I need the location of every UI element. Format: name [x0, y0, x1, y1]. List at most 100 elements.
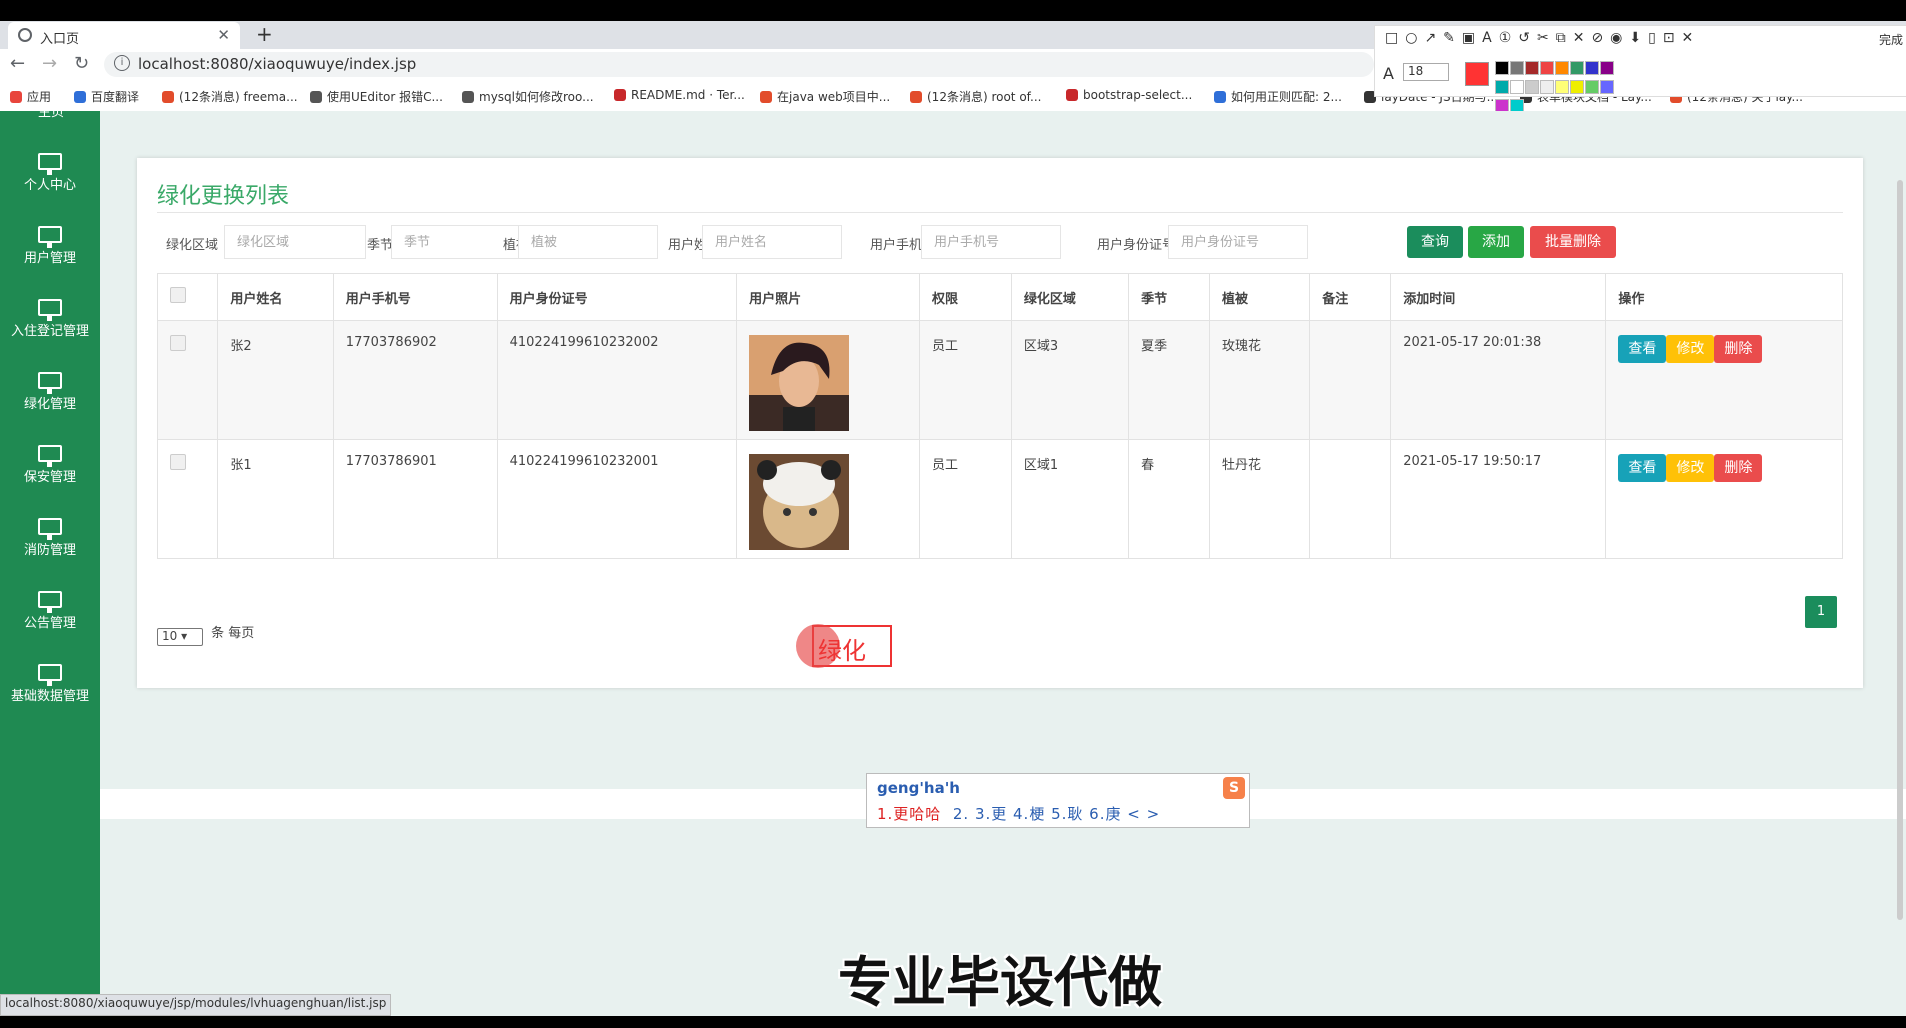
page-title: 绿化更换列表 [157, 184, 290, 209]
ime-composition: geng'ha'h [877, 779, 960, 797]
sidebar-item[interactable]: 保安管理 [0, 445, 100, 485]
new-tab-button[interactable]: + [256, 22, 273, 46]
color-swatch[interactable] [1510, 61, 1524, 75]
back-icon[interactable]: ← [10, 53, 25, 74]
current-color-swatch[interactable] [1465, 62, 1489, 86]
annotation-text-box[interactable]: 绿化 [796, 624, 892, 668]
bookmark-favicon-icon [1214, 91, 1226, 103]
color-swatch[interactable] [1585, 61, 1599, 75]
bookmark-label: 应用 [27, 90, 52, 104]
close-tab-icon[interactable]: ✕ [217, 26, 230, 44]
ime-first-candidate[interactable]: 1.更哈哈 [877, 805, 941, 823]
add-button[interactable]: 添加 [1468, 226, 1524, 258]
bookmark-favicon-icon [310, 91, 322, 103]
bookmark-item[interactable]: README.md · Ter... [614, 88, 745, 102]
color-swatch[interactable] [1570, 80, 1584, 94]
delete-button[interactable]: 删除 [1714, 454, 1763, 482]
list-panel: 绿化更换列表 绿化区域 绿化区域 季节 季节 植被 植被 用户姓名 用户姓名 用户手机号 用户手机… [137, 158, 1863, 688]
view-button[interactable]: 查看 [1618, 335, 1667, 363]
sidebar-item[interactable]: 个人中心 [0, 153, 100, 193]
color-swatch[interactable] [1495, 80, 1509, 94]
bookmark-item[interactable]: 百度翻译 [74, 88, 139, 105]
bookmark-item[interactable]: 在java web项目中... [760, 88, 890, 105]
column-header: 操作 [1605, 273, 1843, 321]
batch-delete-button[interactable]: 批量删除 [1530, 226, 1616, 258]
bookmark-item[interactable]: 如何用正则匹配: 2... [1214, 88, 1342, 105]
sidebar-item-label: 绿化管理 [23, 397, 76, 412]
bookmark-favicon-icon [162, 91, 174, 103]
sidebar-item[interactable]: 公告管理 [0, 591, 100, 631]
row-checkbox[interactable] [170, 454, 186, 470]
page-size-control: 10 ▾ 条 每页 [157, 622, 254, 646]
actions-cell: 查看 修改 删除 [1605, 439, 1843, 559]
font-size-icon: A [1383, 64, 1394, 83]
scrollbar[interactable] [1897, 180, 1903, 920]
bookmark-item[interactable]: (12条消息) root of... [910, 88, 1041, 105]
color-swatch[interactable] [1555, 80, 1569, 94]
filter-label: 绿化区域 [166, 238, 219, 253]
color-swatch[interactable] [1585, 80, 1599, 94]
bookmark-favicon-icon [614, 89, 626, 101]
color-swatch[interactable] [1555, 61, 1569, 75]
ime-candidates[interactable]: 1.更哈哈 2. 3.更 4.梗 5.耿 6.庚 < > [877, 803, 1160, 824]
bookmark-item[interactable]: (12条消息) freema... [162, 88, 298, 105]
filter-input[interactable]: 用户姓名 [702, 225, 842, 259]
bookmark-item[interactable]: mysql如何修改roo... [462, 88, 594, 105]
filter-input[interactable]: 用户手机号 [921, 225, 1061, 259]
browser-tab[interactable]: 入口页 ✕ [8, 22, 240, 49]
bookmark-item[interactable]: 使用UEditor 报错C... [310, 88, 443, 105]
sidebar-item[interactable]: 入住登记管理 [0, 299, 100, 339]
filter-input[interactable]: 绿化区域 [224, 225, 366, 259]
color-swatch[interactable] [1525, 80, 1539, 94]
color-swatch[interactable] [1495, 61, 1509, 75]
sogou-logo-icon: S [1223, 777, 1245, 799]
sidebar-item[interactable]: 用户管理 [0, 226, 100, 266]
column-header: 权限 [919, 273, 1012, 321]
view-button[interactable]: 查看 [1618, 454, 1667, 482]
edit-button[interactable]: 修改 [1666, 335, 1715, 363]
color-swatch[interactable] [1570, 61, 1584, 75]
sidebar-item[interactable]: 消防管理 [0, 518, 100, 558]
column-header: 绿化区域 [1010, 273, 1130, 321]
info-icon[interactable]: i [114, 55, 130, 71]
sidebar-item[interactable]: 绿化管理 [0, 372, 100, 412]
color-swatch[interactable] [1540, 80, 1554, 94]
color-swatch[interactable] [1510, 80, 1524, 94]
sidebar-item-label: 消防管理 [23, 543, 76, 558]
forward-icon[interactable]: → [42, 53, 57, 74]
color-swatch[interactable] [1525, 61, 1539, 75]
color-swatch[interactable] [1600, 80, 1614, 94]
bookmark-item[interactable]: 应用 [10, 88, 51, 105]
page-size-suffix: 条 每页 [211, 626, 255, 641]
color-swatch[interactable] [1540, 61, 1554, 75]
filter-input[interactable]: 植被 [518, 225, 658, 259]
cell-role: 员工 [919, 320, 1012, 440]
done-button[interactable]: 完成 [1879, 31, 1903, 48]
select-all-checkbox[interactable] [170, 287, 186, 303]
page-size-select[interactable]: 10 ▾ [157, 628, 203, 646]
reload-icon[interactable]: ↻ [74, 53, 89, 74]
cell-remark [1309, 320, 1392, 440]
checkbox-cell [156, 320, 219, 440]
color-swatch[interactable] [1600, 61, 1614, 75]
color-palette[interactable] [1495, 61, 1615, 113]
address-bar[interactable]: i localhost:8080/xiaoquwuye/index.jsp [104, 52, 1374, 77]
font-size-select[interactable]: 18 [1403, 63, 1449, 81]
column-header: 用户照片 [736, 273, 921, 321]
filter-input[interactable]: 用户身份证号 [1168, 225, 1308, 259]
bookmark-item[interactable]: bootstrap-select... [1066, 88, 1192, 102]
ime-other-candidates[interactable]: 2. 3.更 4.梗 5.耿 6.庚 [953, 805, 1122, 823]
title-divider [157, 212, 1843, 213]
status-bar-url: localhost:8080/xiaoquwuye/jsp/modules/lv… [0, 994, 392, 1016]
annotation-text: 绿化 [818, 637, 866, 665]
delete-button[interactable]: 删除 [1714, 335, 1763, 363]
edit-button[interactable]: 修改 [1666, 454, 1715, 482]
sidebar: 主页 个人中心用户管理入住登记管理绿化管理保安管理消防管理公告管理基础数据管理 [0, 111, 100, 1016]
row-checkbox[interactable] [170, 335, 186, 351]
page-number-button[interactable]: 1 [1805, 596, 1837, 628]
query-button[interactable]: 查询 [1407, 226, 1463, 258]
cell-season: 春 [1128, 439, 1210, 559]
sidebar-item[interactable]: 基础数据管理 [0, 664, 100, 704]
annotation-tools-icon[interactable]: □○↗✎▣A①↺✂⧉✕⊘◉⬇▯⊡✕ [1385, 30, 1700, 46]
sidebar-item-home[interactable]: 主页 [38, 111, 64, 120]
